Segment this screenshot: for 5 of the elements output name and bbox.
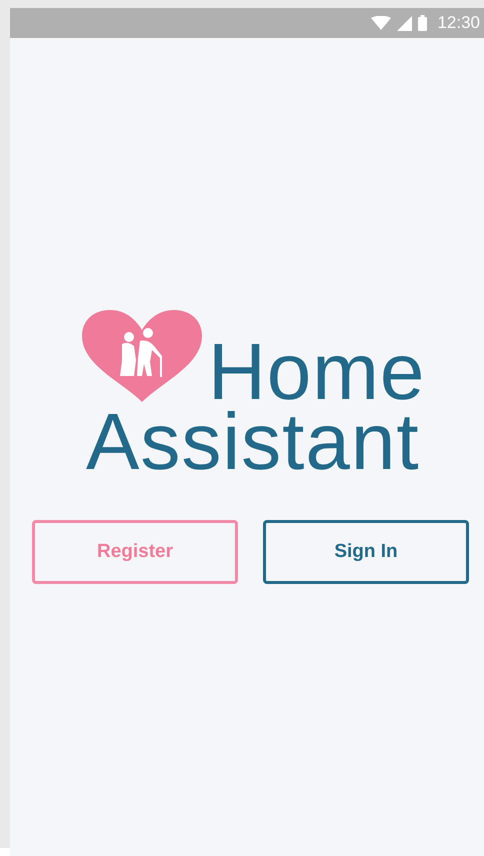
wifi-icon [371,16,392,30]
status-time: 12:30 [437,13,480,33]
signal-icon [397,16,412,30]
battery-icon [418,15,428,31]
sign-in-button[interactable]: Sign In [263,520,469,584]
